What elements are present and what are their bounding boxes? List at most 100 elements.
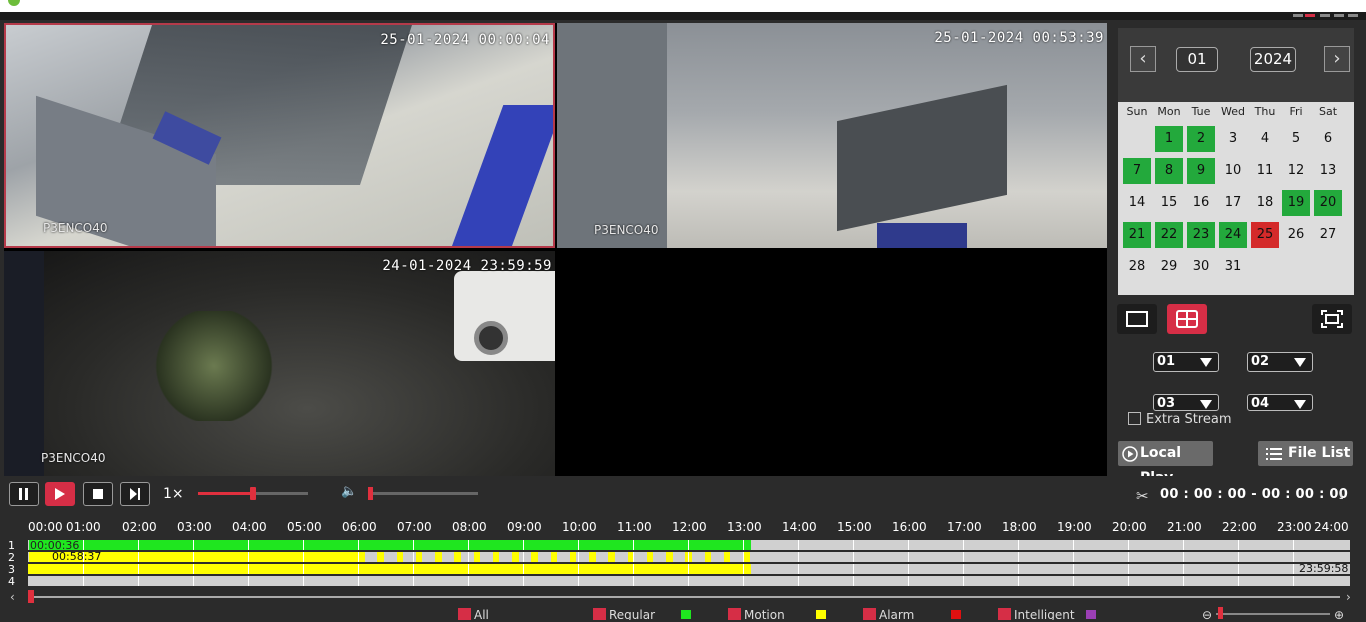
- checkbox-checked-icon[interactable]: [728, 608, 741, 620]
- camera-view-1[interactable]: 25-01-2024 00:00:04 P3ENCO40: [4, 23, 555, 248]
- calendar-day[interactable]: 3: [1219, 126, 1247, 152]
- scissors-icon[interactable]: ✂: [1136, 487, 1149, 505]
- volume-icon[interactable]: 🔈: [341, 484, 357, 499]
- calendar-day[interactable]: 11: [1251, 158, 1279, 184]
- recording-segment[interactable]: [435, 552, 442, 562]
- calendar-day[interactable]: 28: [1123, 254, 1151, 280]
- recording-segment[interactable]: [531, 552, 538, 562]
- legend-motion[interactable]: Motion: [728, 608, 838, 620]
- single-view-button[interactable]: [1117, 304, 1157, 334]
- calendar-day[interactable]: 9: [1187, 158, 1215, 184]
- recording-segment[interactable]: [415, 552, 423, 562]
- recording-segment[interactable]: [473, 552, 481, 562]
- play-button[interactable]: [45, 482, 75, 506]
- recording-segment[interactable]: [512, 552, 519, 562]
- recording-segment[interactable]: [569, 552, 577, 562]
- legend-alarm[interactable]: Alarm: [863, 608, 973, 620]
- calendar-day[interactable]: 5: [1282, 126, 1310, 152]
- stop-button[interactable]: [83, 482, 113, 506]
- year-field[interactable]: 2024: [1250, 47, 1296, 72]
- recording-segment[interactable]: [396, 552, 404, 562]
- progress-slider[interactable]: [198, 487, 308, 500]
- zoom-handle[interactable]: [1218, 607, 1223, 619]
- timeline-scroll-track[interactable]: [28, 596, 1340, 598]
- recording-segment[interactable]: [704, 552, 712, 562]
- calendar-day[interactable]: 25: [1251, 222, 1279, 248]
- local-play-button[interactable]: Local Play: [1118, 441, 1213, 486]
- calendar-day[interactable]: 13: [1314, 158, 1342, 184]
- calendar-day[interactable]: 31: [1219, 254, 1247, 280]
- extra-stream-option[interactable]: Extra Stream: [1128, 412, 1231, 427]
- camera-view-4-empty[interactable]: [557, 251, 1107, 476]
- calendar-day[interactable]: 30: [1187, 254, 1215, 280]
- recording-segment[interactable]: [608, 552, 615, 562]
- calendar-day[interactable]: 18: [1251, 190, 1279, 216]
- legend-regular[interactable]: Regular: [593, 608, 703, 620]
- toolbar-mini-item[interactable]: [1334, 14, 1344, 17]
- recording-segment[interactable]: [492, 552, 500, 562]
- timeline-track-3[interactable]: [28, 564, 1350, 574]
- calendar-day[interactable]: 17: [1219, 190, 1247, 216]
- zoom-in-icon[interactable]: ⊕: [1334, 608, 1344, 622]
- recording-segment[interactable]: [646, 552, 654, 562]
- calendar-day[interactable]: 29: [1155, 254, 1183, 280]
- fullscreen-button[interactable]: [1312, 304, 1352, 334]
- legend-all[interactable]: All: [458, 608, 489, 620]
- volume-handle[interactable]: [368, 487, 373, 500]
- pause-button[interactable]: [9, 482, 39, 506]
- timeline-scroll-handle[interactable]: [28, 590, 34, 603]
- calendar-day[interactable]: 10: [1219, 158, 1247, 184]
- calendar-day[interactable]: 19: [1282, 190, 1310, 216]
- calendar-day[interactable]: 6: [1314, 126, 1342, 152]
- scroll-left-icon[interactable]: ‹: [10, 590, 15, 604]
- calendar-day[interactable]: 20: [1314, 190, 1342, 216]
- calendar-day[interactable]: 2: [1187, 126, 1215, 152]
- recording-segment[interactable]: [723, 552, 731, 562]
- progress-handle[interactable]: [250, 487, 256, 500]
- chevron-right-icon[interactable]: ›: [1324, 46, 1350, 72]
- recording-segment[interactable]: [28, 564, 752, 574]
- toolbar-mini-item[interactable]: [1348, 14, 1358, 17]
- quad-view-button[interactable]: [1167, 304, 1207, 334]
- calendar-day[interactable]: 14: [1123, 190, 1151, 216]
- checkbox-checked-icon[interactable]: [458, 608, 471, 620]
- camera-view-3[interactable]: 24-01-2024 23:59:59 P3ENCO40: [4, 251, 555, 476]
- download-icon[interactable]: ⭳: [1339, 486, 1344, 508]
- recording-segment[interactable]: [666, 552, 673, 562]
- calendar-day[interactable]: 27: [1314, 222, 1342, 248]
- toolbar-mini-item[interactable]: [1293, 14, 1303, 17]
- channel-select-3[interactable]: 03: [1153, 394, 1219, 411]
- calendar-day[interactable]: 8: [1155, 158, 1183, 184]
- recording-segment[interactable]: [589, 552, 596, 562]
- timeline-track-4[interactable]: [28, 576, 1350, 586]
- calendar-day[interactable]: 7: [1123, 158, 1151, 184]
- channel-select-1[interactable]: 01: [1153, 352, 1219, 372]
- channel-select-2[interactable]: 02: [1247, 352, 1313, 372]
- recording-segment[interactable]: [550, 552, 558, 562]
- speed-label[interactable]: 1×: [163, 486, 184, 502]
- volume-slider[interactable]: [368, 487, 478, 500]
- legend-intelligent[interactable]: Intelligent: [998, 608, 1108, 620]
- camera-view-2[interactable]: 25-01-2024 00:53:39 P3ENCO40: [557, 23, 1107, 248]
- calendar-day[interactable]: 24: [1219, 222, 1247, 248]
- scroll-right-icon[interactable]: ›: [1346, 590, 1351, 604]
- month-field[interactable]: 01: [1176, 47, 1218, 72]
- recording-segment[interactable]: [454, 552, 461, 562]
- zoom-out-icon[interactable]: ⊖: [1202, 608, 1212, 622]
- checkbox-checked-icon[interactable]: [593, 608, 606, 620]
- channel-select-4[interactable]: 04: [1247, 394, 1313, 411]
- calendar-day[interactable]: 15: [1155, 190, 1183, 216]
- extra-stream-checkbox[interactable]: [1128, 412, 1141, 425]
- calendar-day[interactable]: 12: [1282, 158, 1310, 184]
- recording-segment[interactable]: [377, 552, 384, 562]
- toolbar-mini-item[interactable]: [1320, 14, 1330, 17]
- chevron-left-icon[interactable]: ‹: [1130, 46, 1156, 72]
- calendar-day[interactable]: 21: [1123, 222, 1151, 248]
- calendar-day[interactable]: 16: [1187, 190, 1215, 216]
- calendar-day[interactable]: 26: [1282, 222, 1310, 248]
- checkbox-checked-icon[interactable]: [863, 608, 876, 620]
- calendar-day[interactable]: 23: [1187, 222, 1215, 248]
- timeline-track-2[interactable]: [28, 552, 1350, 562]
- recording-segment[interactable]: [28, 540, 752, 550]
- timeline-track-1[interactable]: [28, 540, 1350, 550]
